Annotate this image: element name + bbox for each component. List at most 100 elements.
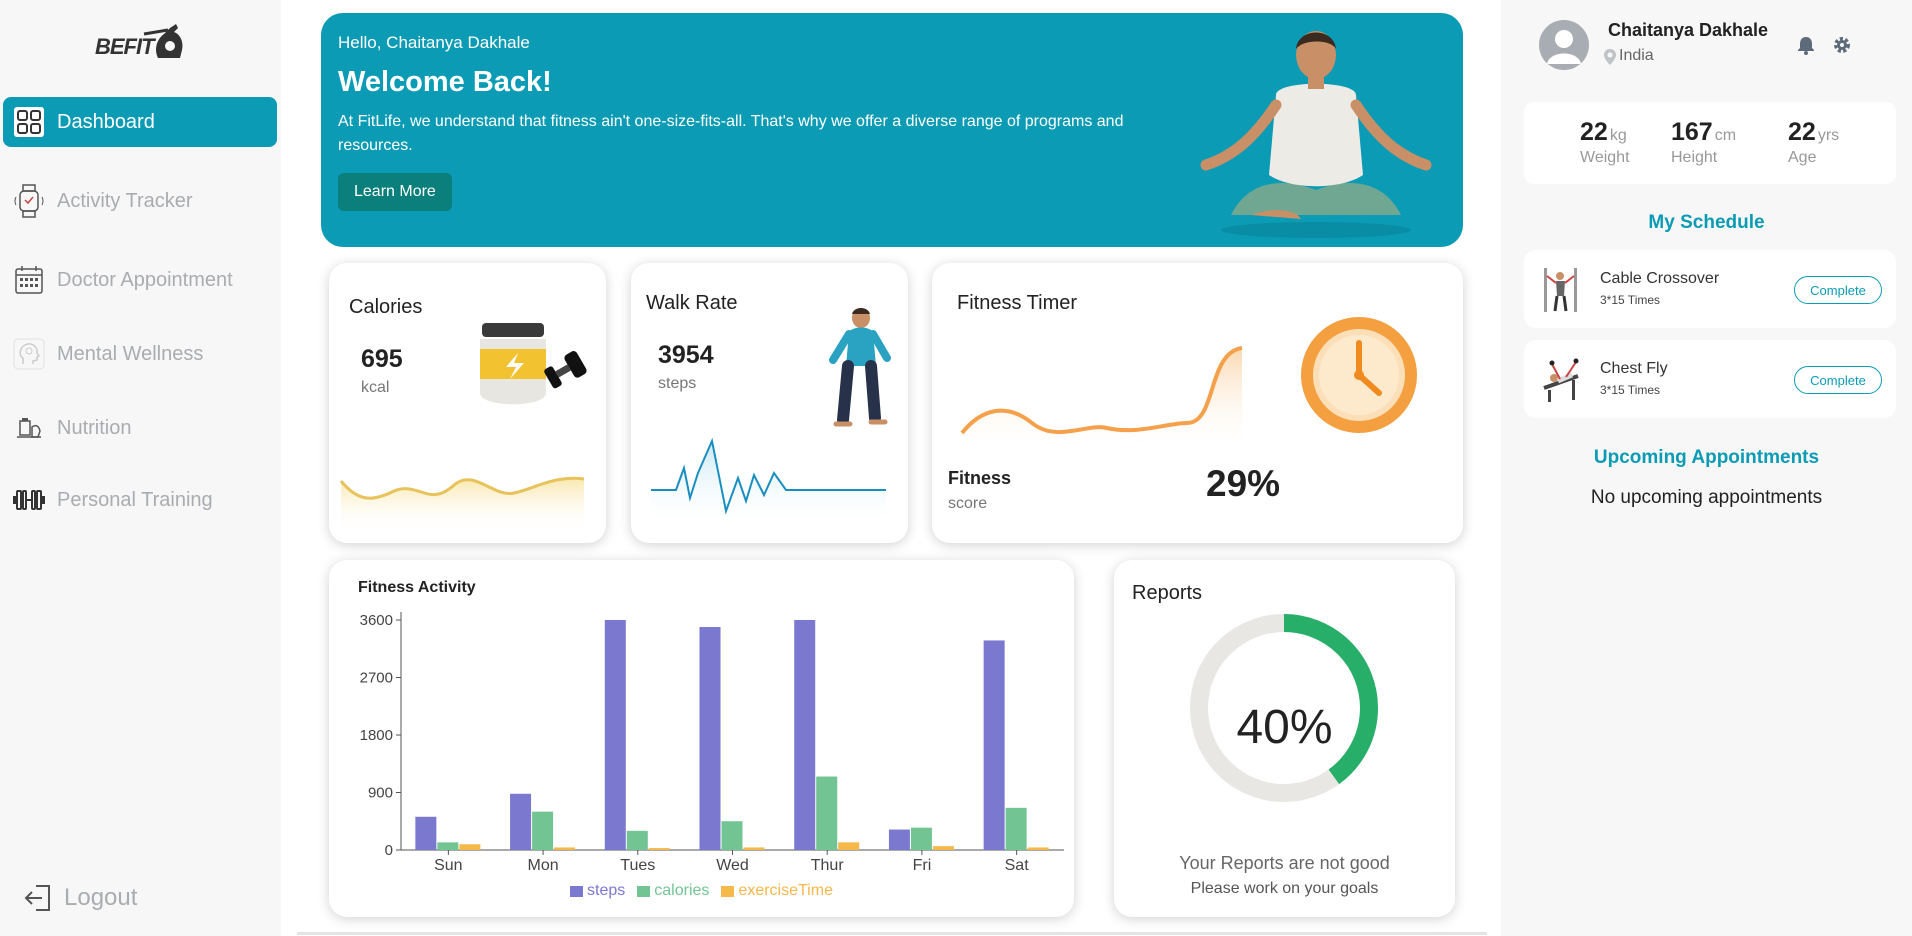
bar-calories-sun — [437, 842, 459, 850]
profile-name: Chaitanya Dakhale — [1608, 20, 1769, 40]
reports-card: Reports 40% Your Reports are not good Pl… — [1114, 560, 1455, 917]
sidebar-item-doctor-appointment[interactable]: Doctor Appointment — [3, 255, 277, 305]
stat-height-label: Height — [1671, 149, 1718, 166]
profile-panel: Chaitanya Dakhale India 22 kg Weight 167 c… — [1501, 0, 1912, 936]
schedule-item: Cable Crossover 3*15 Times Complete — [1524, 250, 1896, 328]
sidebar-item-label: Dashboard — [57, 110, 155, 133]
x-tick-label: Wed — [716, 857, 749, 874]
app: BEFIT Dashboard Activity Tracker Doctor … — [0, 0, 1912, 936]
legend-label-exercise-time: exerciseTime — [738, 882, 833, 899]
walk-rate-card: Walk Rate 3954 steps — [631, 263, 908, 543]
y-tick-label: 1800 — [360, 727, 393, 744]
bar-exerciseTime-tues — [648, 848, 670, 850]
location-pin-icon — [1604, 49, 1616, 65]
stat-height-unit: cm — [1714, 127, 1737, 144]
meditation-figure-illustration — [1200, 31, 1432, 238]
sidebar-item-activity-tracker[interactable]: Activity Tracker — [3, 176, 277, 226]
schedule-item: Chest Fly 3*15 Times Complete — [1524, 340, 1896, 418]
complete-button[interactable]: Complete — [1794, 366, 1882, 394]
gear-icon[interactable] — [1832, 35, 1852, 55]
bar-exerciseTime-thur — [838, 842, 860, 850]
brand-logo[interactable]: BEFIT — [95, 20, 190, 62]
body-stats: 22 kg Weight 167 cm Height 22 yrs Age — [1524, 102, 1896, 184]
greeting-text: Hello, Chaitanya Dakhale — [338, 33, 530, 52]
bell-icon[interactable] — [1796, 35, 1816, 55]
sidebar-item-label: Doctor Appointment — [57, 268, 233, 291]
bar-exerciseTime-sat — [1027, 847, 1049, 850]
user-avatar-icon — [1547, 30, 1581, 64]
legend-swatch-steps — [570, 885, 584, 897]
legend-item-calories[interactable]: calories — [637, 882, 709, 900]
appointments-empty: No upcoming appointments — [1590, 487, 1823, 508]
logout-label: Logout — [64, 884, 138, 911]
walk-rate-title: Walk Rate — [646, 292, 738, 314]
bar-steps-sun — [415, 816, 437, 850]
main-content: Hello, Chaitanya Dakhale Welcome Back! A… — [281, 0, 1501, 936]
legend-label-calories: calories — [654, 882, 710, 899]
calories-card: Calories 695 kcal — [329, 263, 606, 543]
sidebar-item-dashboard[interactable]: Dashboard — [3, 97, 277, 147]
y-tick-label: 3600 — [360, 612, 393, 629]
legend-item-exercise-time[interactable]: exerciseTime — [721, 882, 833, 900]
stat-weight-unit: kg — [1609, 127, 1627, 144]
legend-swatch-calories — [637, 885, 651, 897]
bar-steps-wed — [699, 627, 721, 850]
dashboard-grid-icon — [11, 104, 47, 140]
x-tick-label: Tues — [620, 857, 655, 874]
legend-swatch-exercise-time — [721, 885, 735, 897]
welcome-banner: Hello, Chaitanya Dakhale Welcome Back! A… — [321, 13, 1463, 247]
sidebar-item-mental-wellness[interactable]: Mental Wellness — [3, 329, 277, 379]
profile-location-text: India — [1619, 47, 1654, 64]
bar-calories-tues — [626, 830, 648, 850]
bar-steps-sat — [983, 640, 1005, 850]
x-tick-label: Mon — [528, 857, 559, 874]
y-tick-label: 900 — [368, 785, 393, 802]
calories-wave-graph — [339, 476, 585, 533]
walk-rate-unit: steps — [658, 375, 697, 392]
schedule-item-reps: 3*15 Times — [1600, 383, 1661, 397]
fitness-timer-wave-graph — [960, 346, 1243, 453]
dumbbell-icon — [11, 482, 47, 518]
bar-calories-sat — [1005, 807, 1027, 850]
reports-message: Your Reports are not good — [1179, 853, 1390, 873]
reports-advice: Please work on your goals — [1190, 880, 1379, 897]
fitness-activity-card: Fitness Activity 0 900 1800 2700 3600 Sun Mon T… — [329, 560, 1074, 917]
bar-calories-fri — [910, 827, 932, 850]
reports-percent: 40% — [1236, 701, 1333, 754]
schedule-item-name: Cable Crossover — [1600, 270, 1720, 287]
nutrition-icon — [11, 410, 47, 446]
logout-icon — [24, 885, 50, 911]
chart-legend: steps calories exerciseTime — [329, 882, 1074, 900]
bar-exerciseTime-mon — [554, 847, 576, 850]
stat-height: 167 cm Height — [1671, 118, 1736, 167]
calories-title: Calories — [349, 296, 423, 318]
supplement-dumbbell-illustration — [480, 323, 587, 405]
sidebar-item-nutrition[interactable]: Nutrition — [3, 403, 277, 453]
stat-weight: 22 kg Weight — [1580, 118, 1630, 167]
legend-item-steps[interactable]: steps — [570, 882, 625, 900]
stat-age-value: 22 — [1788, 118, 1816, 146]
welcome-title: Welcome Back! — [338, 66, 552, 98]
x-tick-label: Fri — [913, 857, 932, 874]
learn-more-button[interactable]: Learn More — [338, 173, 452, 211]
logout-button[interactable]: Logout — [22, 882, 137, 914]
fitness-score-label: Fitness — [948, 468, 1012, 488]
stat-height-value: 167 — [1671, 118, 1713, 146]
complete-button[interactable]: Complete — [1794, 276, 1882, 304]
x-tick-label: Sun — [434, 857, 462, 874]
sidebar-item-label: Activity Tracker — [57, 189, 193, 212]
calories-value: 695 — [361, 345, 403, 373]
bar-exerciseTime-wed — [743, 847, 765, 850]
smartwatch-icon — [11, 183, 47, 219]
bar-calories-thur — [816, 776, 838, 850]
sidebar-item-personal-training[interactable]: Personal Training — [3, 475, 277, 525]
main-bottom-divider — [297, 932, 1487, 935]
walk-rate-pulse-graph — [651, 437, 886, 528]
avatar[interactable] — [1539, 20, 1589, 70]
stat-age: 22 yrs Age — [1788, 118, 1839, 167]
sidebar: BEFIT Dashboard Activity Tracker Doctor … — [0, 0, 281, 936]
logo-figure-icon — [143, 24, 183, 58]
cable-crossover-illustration — [1544, 268, 1577, 312]
stat-age-label: Age — [1788, 149, 1817, 166]
schedule-item-name: Chest Fly — [1600, 360, 1668, 377]
